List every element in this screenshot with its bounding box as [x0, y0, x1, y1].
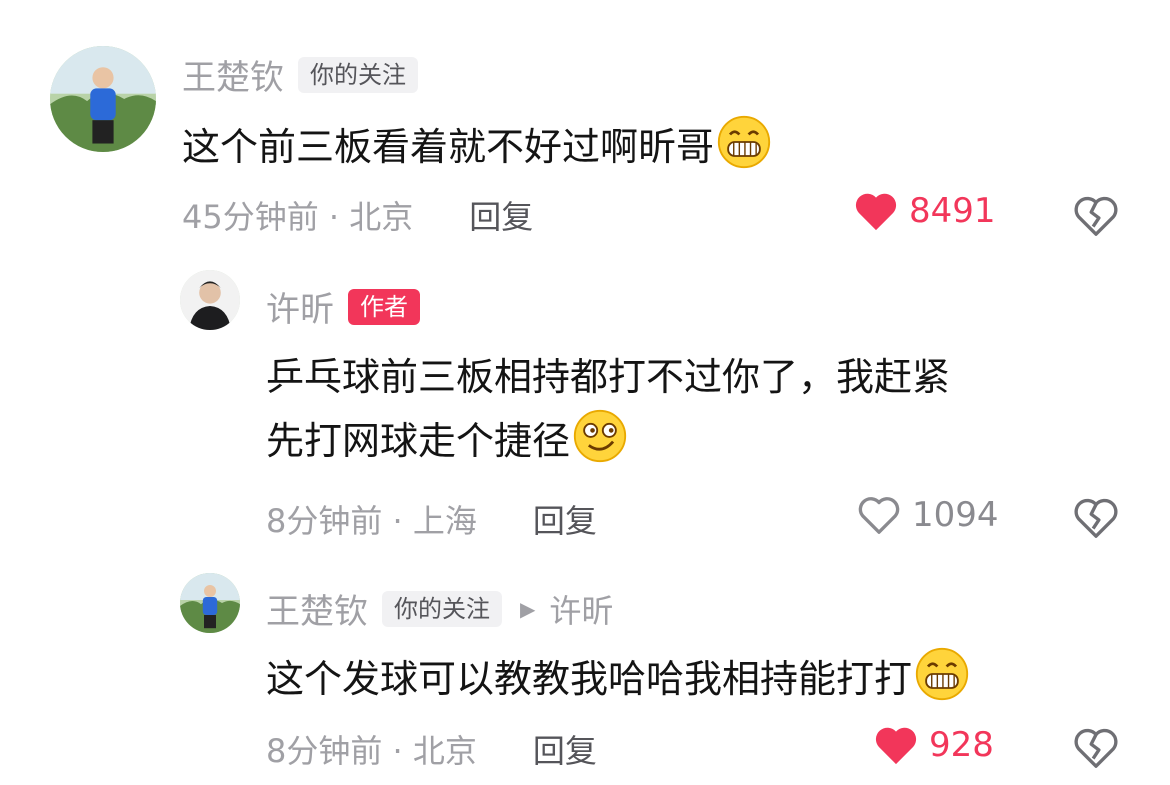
comment-item: 王楚钦 你的关注 ▶ 许昕 这个发球可以教教我哈哈我相持能打打 8分钟前 · 北京… — [0, 0, 1170, 785]
grin-emoji-icon — [914, 646, 970, 702]
reply-target-name: 许昕 — [549, 591, 614, 630]
reply-target[interactable]: ▶ 许昕 — [520, 586, 613, 632]
following-badge: 你的关注 — [382, 590, 502, 627]
username[interactable]: 王楚钦 — [266, 584, 368, 633]
heart-filled-icon — [873, 724, 919, 766]
avatar[interactable] — [180, 573, 240, 633]
broken-heart-icon[interactable] — [1073, 726, 1119, 770]
comment-text-content: 这个发球可以教教我哈哈我相持能打打 — [266, 657, 913, 701]
play-arrow-icon: ▶ — [520, 596, 536, 621]
like-count: 928 — [929, 725, 994, 765]
reply-button[interactable]: 回复 — [533, 726, 597, 772]
comment-text: 这个发球可以教教我哈哈我相持能打打 — [266, 646, 970, 710]
time-location: 8分钟前 · 北京 — [266, 732, 477, 770]
like-button[interactable]: 928 — [873, 724, 994, 766]
